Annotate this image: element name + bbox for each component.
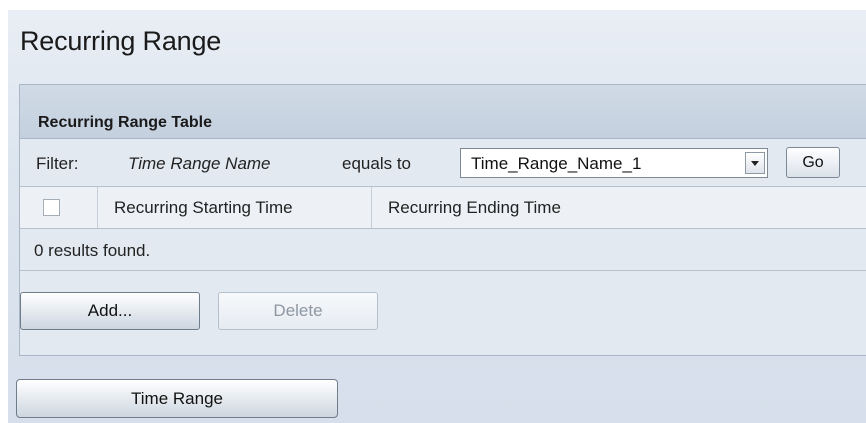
chevron-down-icon[interactable] (745, 152, 765, 174)
table-header: Recurring Range Table (20, 85, 866, 139)
column-header-start-label: Recurring Starting Time (114, 198, 293, 217)
time-range-name-select[interactable]: Time_Range_Name_1 (460, 148, 768, 178)
select-all-checkbox[interactable] (43, 199, 60, 216)
filter-label: Filter: (36, 154, 79, 173)
add-button[interactable]: Add... (20, 292, 200, 330)
time-range-button[interactable]: Time Range (16, 379, 338, 418)
filter-field-name: Time Range Name (128, 154, 271, 173)
table-title: Recurring Range Table (38, 114, 212, 131)
results-row: 0 results found. (20, 229, 866, 271)
column-header-end-label: Recurring Ending Time (388, 198, 561, 217)
column-header-row: Recurring Starting Time Recurring Ending… (20, 187, 866, 229)
delete-button: Delete (218, 292, 378, 330)
results-count: 0 results found. (34, 241, 151, 260)
action-row: Add... Delete (20, 271, 866, 355)
column-header-end: Recurring Ending Time (372, 187, 866, 228)
filter-row: Filter: Time Range Name equals to Time_R… (20, 139, 866, 187)
go-button[interactable]: Go (786, 147, 840, 178)
filter-operator: equals to (342, 154, 411, 173)
recurring-range-table: Recurring Range Table Filter: Time Range… (19, 84, 866, 356)
page-background: Recurring Range Recurring Range Table Fi… (8, 10, 866, 423)
select-value: Time_Range_Name_1 (471, 154, 642, 173)
select-all-cell (20, 187, 98, 228)
page-title: Recurring Range (20, 26, 222, 56)
column-header-start: Recurring Starting Time (98, 187, 372, 228)
